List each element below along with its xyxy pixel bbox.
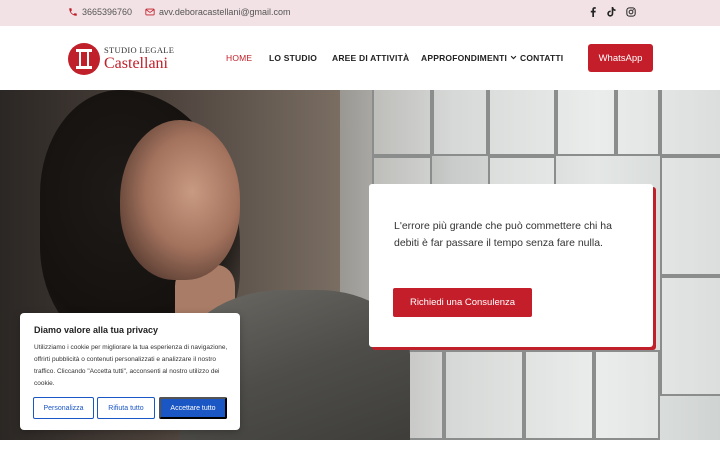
site-logo[interactable]: STUDIO LEGALE Castellani [68, 43, 174, 75]
social-links [589, 7, 636, 17]
nav-approfondimenti-label: APPROFONDIMENTI [421, 53, 508, 63]
logo-subtitle: STUDIO LEGALE [104, 45, 175, 56]
hero-quote: L'errore più grande che può commettere c… [394, 220, 612, 249]
cookie-title: Diamo valore alla tua privacy [34, 325, 159, 335]
cookie-banner: Diamo valore alla tua privacy Utilizziam… [20, 313, 240, 430]
site-header: STUDIO LEGALE Castellani HOME LO STUDIO … [0, 26, 720, 90]
column-logo-icon [68, 43, 100, 75]
cookie-accept-button[interactable]: Accettare tutto [159, 397, 227, 419]
logo-name: Castellani [104, 54, 168, 72]
email-address[interactable]: avv.deboracastellani@gmail.com [159, 7, 291, 17]
chevron-down-icon [510, 54, 517, 63]
email-contact[interactable]: avv.deboracastellani@gmail.com [145, 7, 291, 17]
whatsapp-button[interactable]: WhatsApp [588, 44, 653, 72]
phone-contact[interactable]: 3665396760 [68, 7, 132, 17]
phone-number[interactable]: 3665396760 [82, 7, 132, 17]
nav-contatti[interactable]: CONTATTI [520, 53, 563, 63]
top-bar: 3665396760 avv.deboracastellani@gmail.co… [0, 0, 720, 26]
instagram-icon[interactable] [626, 7, 636, 17]
cookie-customize-button[interactable]: Personalizza [33, 397, 94, 419]
facebook-icon[interactable] [589, 7, 597, 17]
nav-home[interactable]: HOME [226, 53, 252, 63]
nav-aree-di-attivita[interactable]: AREE DI ATTIVITÀ [332, 53, 409, 63]
tiktok-icon[interactable] [607, 7, 616, 17]
page-bottom [0, 440, 720, 450]
cookie-reject-button[interactable]: Rifiuta tutto [97, 397, 155, 419]
nav-approfondimenti[interactable]: APPROFONDIMENTI [421, 53, 517, 63]
hero-quote-card: L'errore più grande che può commettere c… [369, 184, 653, 347]
consultation-button[interactable]: Richiedi una Consulenza [393, 288, 532, 317]
portrait-face [120, 120, 240, 280]
nav-lo-studio[interactable]: LO STUDIO [269, 53, 317, 63]
envelope-icon [145, 7, 155, 17]
phone-icon [68, 7, 78, 17]
cookie-text: Utilizziamo i cookie per migliorare la t… [34, 344, 228, 387]
